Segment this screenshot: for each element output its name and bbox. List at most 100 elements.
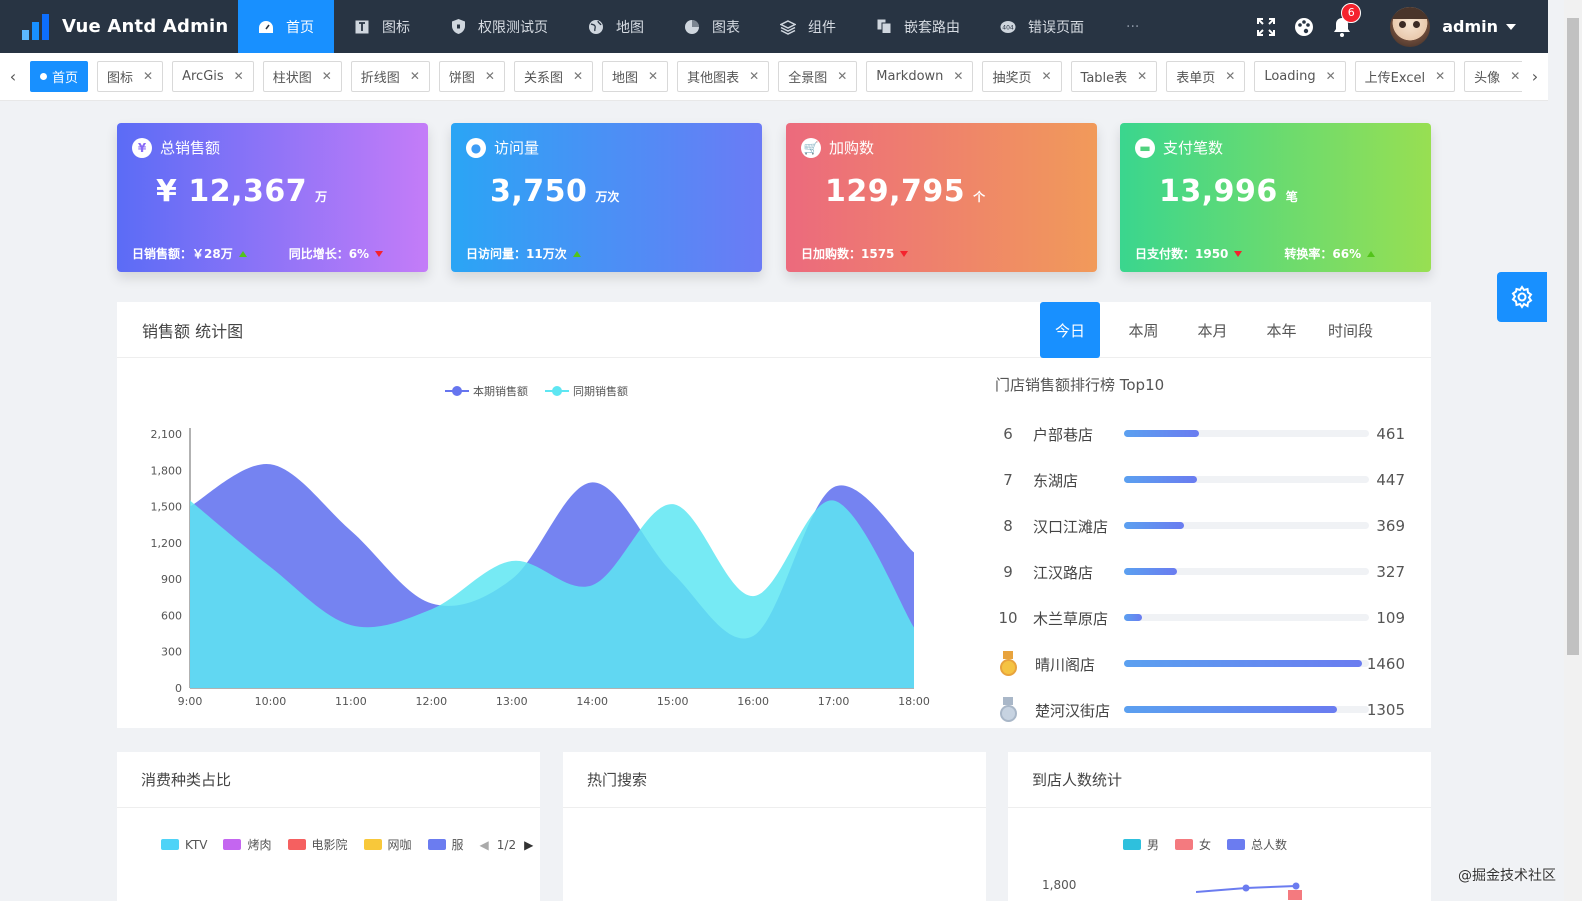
close-icon[interactable]: ✕: [573, 69, 583, 83]
legend-item[interactable]: 服: [427, 836, 464, 853]
settings-gear-button[interactable]: [1497, 272, 1547, 322]
legend-marker: [452, 386, 462, 396]
tabs-scroll-right-icon[interactable]: ›: [1522, 67, 1548, 86]
tab-3[interactable]: 柱状图 ✕: [262, 60, 342, 92]
user-name[interactable]: admin: [1442, 17, 1498, 36]
close-icon[interactable]: ✕: [1510, 69, 1520, 83]
legend-next-icon[interactable]: ▶: [524, 838, 533, 852]
close-icon[interactable]: ✕: [648, 69, 658, 83]
close-icon[interactable]: ✕: [1435, 69, 1445, 83]
tab-15[interactable]: 上传Excel ✕: [1354, 60, 1456, 92]
store-sales-value: 327: [1376, 563, 1405, 581]
bell-icon[interactable]: 6: [1332, 2, 1362, 37]
legend-label: 本期销售额: [473, 384, 528, 398]
legend-swatch: [1175, 839, 1194, 850]
rank-number: 10: [998, 609, 1018, 627]
tab-13[interactable]: 表单页 ✕: [1166, 60, 1246, 92]
tab-5[interactable]: 饼图 ✕: [438, 60, 505, 92]
legend-item[interactable]: 男: [1123, 836, 1159, 853]
tabs-scroll-left-icon[interactable]: ‹: [0, 67, 26, 86]
logo[interactable]: Vue Antd Admin: [0, 0, 238, 53]
tab-label: 折线图: [360, 70, 400, 86]
tab-4[interactable]: 折线图 ✕: [350, 60, 430, 92]
period-tab-4[interactable]: 时间段: [1316, 302, 1385, 358]
nav-item-label: 地图: [616, 19, 644, 36]
tab-2[interactable]: ArcGis ✕: [172, 60, 254, 92]
period-tab-0[interactable]: 今日: [1040, 302, 1100, 358]
x-tick-label: 14:00: [576, 695, 608, 708]
tab-9[interactable]: 全景图 ✕: [778, 60, 858, 92]
tab-6[interactable]: 关系图 ✕: [513, 60, 594, 92]
trend-down-icon: [375, 250, 384, 257]
close-icon[interactable]: ✕: [1137, 69, 1147, 83]
fullscreen-icon[interactable]: [1256, 17, 1276, 37]
hot-search-title: 热门搜索: [563, 752, 986, 808]
card-icon: 🛒: [801, 137, 821, 158]
legend-prev-icon[interactable]: ◀: [480, 838, 489, 852]
nav-item-3[interactable]: 地图: [568, 0, 664, 53]
tab-14[interactable]: Loading ✕: [1254, 60, 1346, 92]
tab-8[interactable]: 其他图表 ✕: [677, 60, 770, 92]
period-tab-2[interactable]: 本月: [1178, 302, 1247, 358]
card-value: 3,750: [490, 174, 588, 209]
tab-1[interactable]: 图标 ✕: [97, 60, 164, 92]
chevron-down-icon[interactable]: [1506, 23, 1516, 30]
legend-item[interactable]: 女: [1175, 836, 1211, 853]
legend-item[interactable]: 总人数: [1227, 836, 1287, 853]
close-icon[interactable]: ✕: [1041, 69, 1051, 83]
tab-16[interactable]: 头像 ✕: [1464, 60, 1522, 92]
ranking-row: 楚河汉街店 1305: [995, 687, 1415, 733]
tab-11[interactable]: 抽奖页 ✕: [982, 60, 1062, 92]
x-tick-label: 15:00: [657, 695, 689, 708]
period-tabs: 今日 本周 本月 本年 时间段: [1040, 302, 1385, 358]
consume-type-card: 消费种类占比 KTV 烤肉 电影院 网咖 服 ◀ 1/2 ▶: [117, 752, 540, 901]
palette-icon[interactable]: [1294, 17, 1314, 37]
close-icon[interactable]: ✕: [143, 69, 153, 83]
tab-10[interactable]: Markdown ✕: [866, 60, 974, 92]
period-tab-3[interactable]: 本年: [1247, 302, 1316, 358]
nav-item-4[interactable]: 图表: [664, 0, 760, 53]
rank-progress-bar: [1124, 660, 1369, 667]
close-icon[interactable]: ✕: [485, 69, 495, 83]
avatar[interactable]: [1390, 6, 1431, 47]
card-icon: ●: [466, 137, 486, 158]
nav-item-7[interactable]: 404 错误页面: [980, 0, 1104, 53]
nav-item-1[interactable]: 图标: [334, 0, 430, 53]
nav-item-5[interactable]: 组件: [760, 0, 856, 53]
close-icon[interactable]: ✕: [953, 69, 963, 83]
store-name: 江汉路店: [1033, 563, 1094, 582]
legend-item[interactable]: 烤肉: [223, 836, 272, 853]
close-icon[interactable]: ✕: [1225, 69, 1235, 83]
visitor-stats-card: 到店人数统计 男 女 总人数 1,800: [1008, 752, 1431, 901]
nav-item-label: 权限测试页: [478, 19, 548, 36]
legend-item[interactable]: KTV: [161, 838, 207, 852]
tab-12[interactable]: Table表 ✕: [1070, 60, 1158, 92]
scrollbar-thumb[interactable]: [1567, 18, 1579, 655]
card-foot-1: 日销售额：￥28万: [132, 247, 233, 261]
close-icon[interactable]: ✕: [837, 69, 847, 83]
nav-more-button[interactable]: ···: [1104, 0, 1161, 53]
close-icon[interactable]: ✕: [749, 69, 759, 83]
tab-label: 地图: [612, 70, 639, 86]
visitor-stats-title: 到店人数统计: [1008, 752, 1431, 808]
legend-item[interactable]: 网咖: [363, 836, 412, 853]
close-icon[interactable]: ✕: [322, 69, 332, 83]
ranking-row: 晴川阁店 1460: [995, 641, 1415, 687]
legend-item[interactable]: 电影院: [287, 836, 348, 853]
close-icon[interactable]: ✕: [234, 69, 244, 83]
page-scrollbar[interactable]: [1564, 0, 1582, 901]
nav-item-0[interactable]: 首页: [238, 0, 334, 53]
store-sales-value: 461: [1376, 425, 1405, 443]
close-icon[interactable]: ✕: [410, 69, 420, 83]
gold-medal-icon: [998, 651, 1018, 677]
legend-label: 电影院: [311, 838, 348, 852]
tab-0[interactable]: 首页: [30, 60, 89, 92]
period-tab-1[interactable]: 本周: [1109, 302, 1178, 358]
store-name: 晴川阁店: [1035, 655, 1096, 674]
tab-bar: ‹ 首页 图标 ✕ ArcGis ✕ 柱状图 ✕ 折线图 ✕ 饼图 ✕ 关系图 ✕ 地图 ✕ 其他图表 ✕ 全景图…: [0, 53, 1548, 101]
close-icon[interactable]: ✕: [1326, 69, 1336, 83]
tab-7[interactable]: 地图 ✕: [602, 60, 669, 92]
legend-label: 总人数: [1251, 838, 1288, 852]
nav-item-2[interactable]: 权限测试页: [430, 0, 568, 53]
nav-item-6[interactable]: 嵌套路由: [856, 0, 980, 53]
